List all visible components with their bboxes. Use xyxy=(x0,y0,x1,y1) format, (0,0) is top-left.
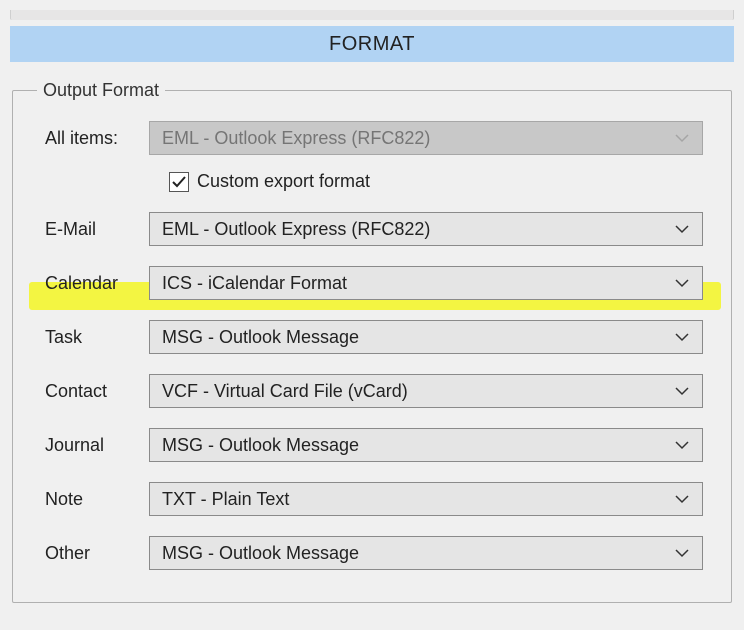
top-strip xyxy=(10,10,734,20)
combo-task[interactable]: MSG - Outlook Message xyxy=(149,320,703,354)
row-note: Note TXT - Plain Text xyxy=(37,482,703,516)
chevron-down-icon xyxy=(674,491,690,507)
combo-journal-value: MSG - Outlook Message xyxy=(162,435,359,456)
label-calendar: Calendar xyxy=(37,273,149,294)
format-header-label: FORMAT xyxy=(329,33,415,55)
chevron-down-icon xyxy=(674,329,690,345)
row-all-items: All items: EML - Outlook Express (RFC822… xyxy=(37,121,703,155)
chevron-down-icon xyxy=(674,437,690,453)
combo-other[interactable]: MSG - Outlook Message xyxy=(149,536,703,570)
custom-export-label: Custom export format xyxy=(197,171,370,192)
chevron-down-icon xyxy=(674,545,690,561)
custom-export-checkbox[interactable] xyxy=(169,172,189,192)
combo-all-items: EML - Outlook Express (RFC822) xyxy=(149,121,703,155)
label-all-items: All items: xyxy=(37,128,149,149)
combo-note[interactable]: TXT - Plain Text xyxy=(149,482,703,516)
row-task: Task MSG - Outlook Message xyxy=(37,320,703,354)
chevron-down-icon xyxy=(674,221,690,237)
row-custom-export: Custom export format xyxy=(169,171,703,192)
combo-task-value: MSG - Outlook Message xyxy=(162,327,359,348)
label-other: Other xyxy=(37,543,149,564)
row-contact: Contact VCF - Virtual Card File (vCard) xyxy=(37,374,703,408)
settings-panel: FORMAT Output Format All items: EML - Ou… xyxy=(0,0,744,630)
row-other: Other MSG - Outlook Message xyxy=(37,536,703,570)
label-contact: Contact xyxy=(37,381,149,402)
row-email: E-Mail EML - Outlook Express (RFC822) xyxy=(37,212,703,246)
format-header: FORMAT xyxy=(10,26,734,62)
row-journal: Journal MSG - Outlook Message xyxy=(37,428,703,462)
chevron-down-icon xyxy=(674,130,690,146)
label-task: Task xyxy=(37,327,149,348)
combo-other-value: MSG - Outlook Message xyxy=(162,543,359,564)
output-format-legend: Output Format xyxy=(37,80,165,101)
combo-contact[interactable]: VCF - Virtual Card File (vCard) xyxy=(149,374,703,408)
chevron-down-icon xyxy=(674,275,690,291)
combo-note-value: TXT - Plain Text xyxy=(162,489,289,510)
combo-all-items-value: EML - Outlook Express (RFC822) xyxy=(162,128,430,149)
label-journal: Journal xyxy=(37,435,149,456)
chevron-down-icon xyxy=(674,383,690,399)
combo-calendar-value: ICS - iCalendar Format xyxy=(162,273,347,294)
combo-email-value: EML - Outlook Express (RFC822) xyxy=(162,219,430,240)
combo-email[interactable]: EML - Outlook Express (RFC822) xyxy=(149,212,703,246)
row-calendar: Calendar ICS - iCalendar Format xyxy=(37,266,703,300)
combo-contact-value: VCF - Virtual Card File (vCard) xyxy=(162,381,408,402)
combo-calendar[interactable]: ICS - iCalendar Format xyxy=(149,266,703,300)
output-format-group: Output Format All items: EML - Outlook E… xyxy=(12,80,732,603)
combo-journal[interactable]: MSG - Outlook Message xyxy=(149,428,703,462)
label-email: E-Mail xyxy=(37,219,149,240)
label-note: Note xyxy=(37,489,149,510)
